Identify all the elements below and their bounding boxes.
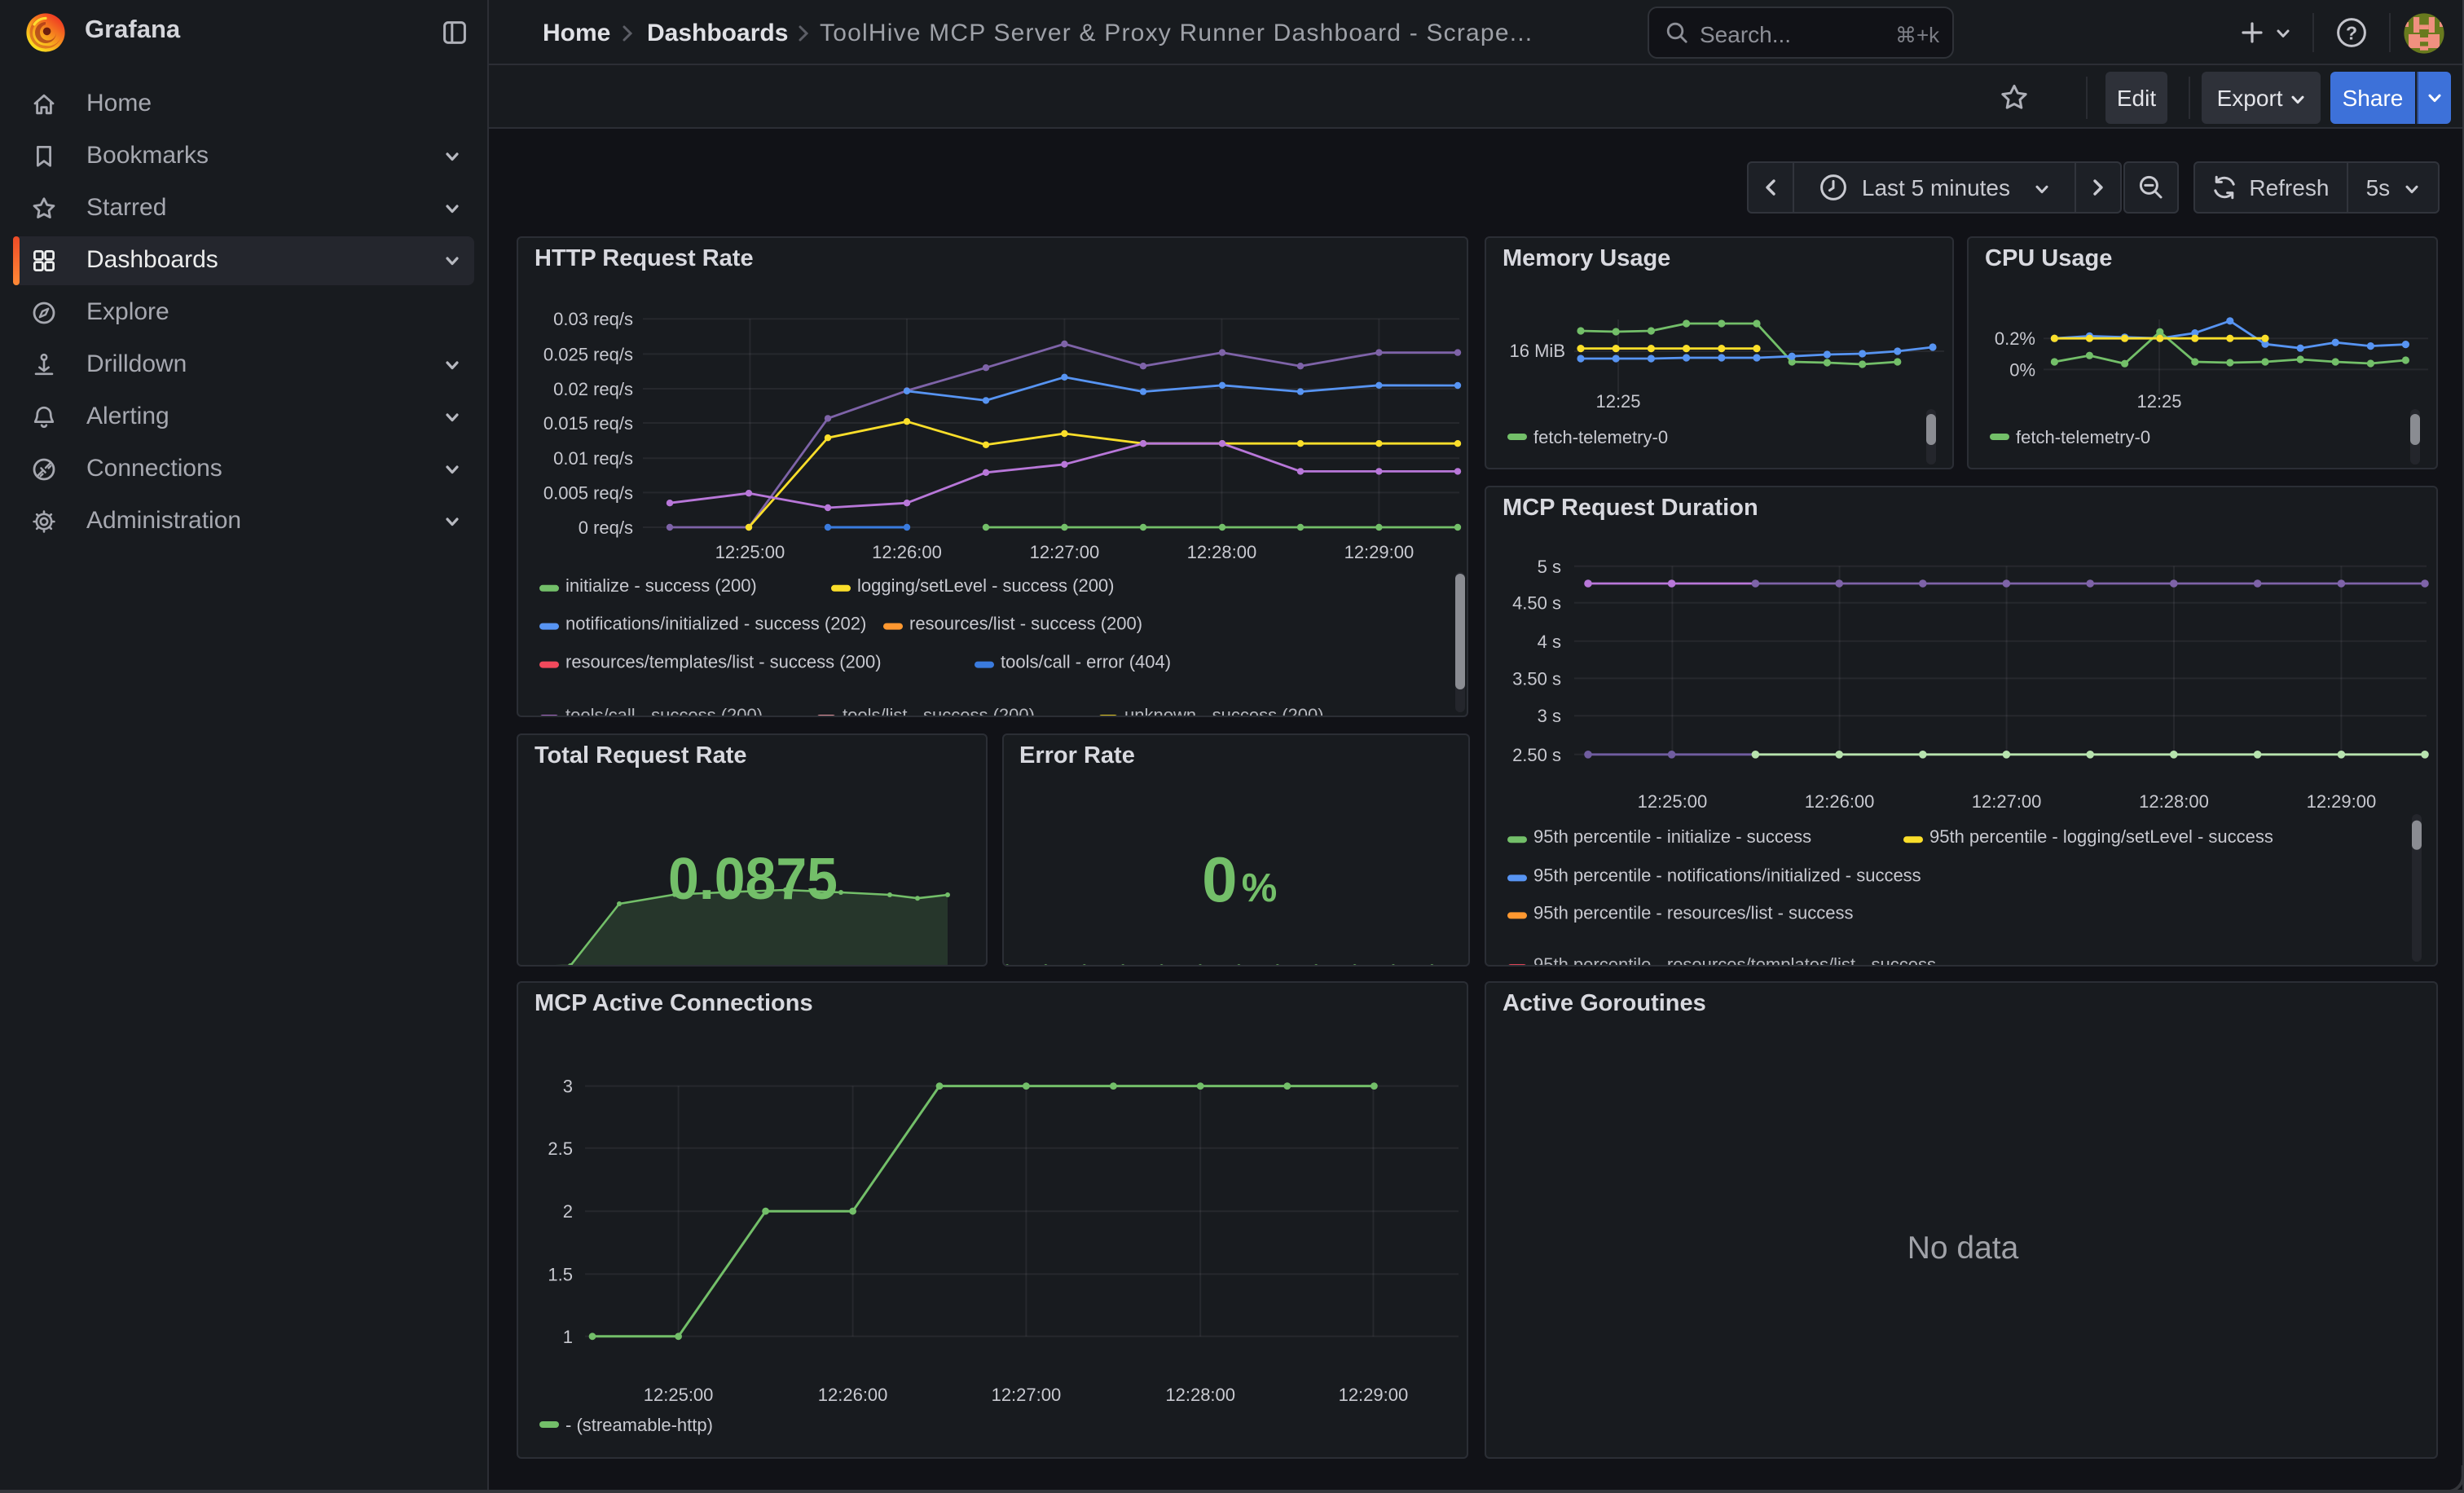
svg-text:tools/call - error (404): tools/call - error (404) (1001, 652, 1171, 672)
svg-text:0.005 req/s: 0.005 req/s (543, 482, 633, 503)
svg-text:95th percentile - notification: 95th percentile - notifications/initiali… (1533, 864, 1921, 884)
svg-text:initialize - success (200): initialize - success (200) (565, 575, 757, 596)
svg-text:2: 2 (563, 1201, 573, 1222)
svg-text:12:29:00: 12:29:00 (1344, 542, 1415, 562)
svg-text:12:25: 12:25 (2136, 391, 2181, 412)
svg-text:95th percentile - logging/setL: 95th percentile - logging/setLevel - suc… (1929, 826, 2273, 846)
svg-text:?: ? (2346, 22, 2357, 43)
svg-text:unknown - success (200): unknown - success (200) (1124, 705, 1324, 717)
svg-text:12:29:00: 12:29:00 (1339, 1385, 1409, 1405)
svg-text:16 MiB: 16 MiB (1510, 341, 1565, 361)
svg-text:fetch-telemetry-0: fetch-telemetry-0 (1533, 427, 1668, 447)
svg-text:3: 3 (563, 1077, 573, 1097)
svg-text:2.50 s: 2.50 s (1512, 744, 1561, 764)
svg-text:12:25:00: 12:25:00 (1638, 791, 1708, 811)
svg-text:1: 1 (563, 1327, 573, 1347)
svg-text:3.50 s: 3.50 s (1512, 667, 1561, 688)
svg-text:%: % (1241, 865, 1277, 909)
svg-text:12:27:00: 12:27:00 (1030, 542, 1100, 562)
svg-text:4 s: 4 s (1538, 631, 1561, 651)
svg-text:95th percentile - initialize -: 95th percentile - initialize - success (1533, 826, 1811, 846)
svg-text:95th percentile - resources/te: 95th percentile - resources/templates/li… (1533, 953, 1936, 966)
svg-text:tools/call - success (200): tools/call - success (200) (565, 705, 763, 717)
svg-text:0.02 req/s: 0.02 req/s (553, 379, 633, 399)
svg-text:0.2%: 0.2% (1995, 328, 2035, 349)
svg-text:4.50 s: 4.50 s (1512, 592, 1561, 613)
svg-text:tools/list - success (200): tools/list - success (200) (843, 705, 1035, 717)
svg-text:0.01 req/s: 0.01 req/s (553, 448, 633, 469)
svg-text:resources/templates/list - suc: resources/templates/list - success (200) (565, 652, 882, 672)
svg-text:95th percentile - resources/li: 95th percentile - resources/list - succe… (1533, 901, 1854, 922)
svg-text:- (streamable-http): - (streamable-http) (565, 1415, 713, 1435)
svg-text:12:25:00: 12:25:00 (644, 1385, 714, 1405)
svg-text:12:28:00: 12:28:00 (1187, 542, 1257, 562)
svg-text:12:28:00: 12:28:00 (2139, 791, 2209, 811)
svg-text:12:25:00: 12:25:00 (715, 542, 785, 562)
svg-text:notifications/initialized - su: notifications/initialized - success (202… (565, 614, 866, 634)
svg-text:resources/list - success (200): resources/list - success (200) (909, 614, 1142, 634)
svg-text:5 s: 5 s (1538, 556, 1561, 576)
svg-text:1.5: 1.5 (548, 1264, 573, 1284)
svg-text:0.0875: 0.0875 (668, 846, 838, 911)
svg-text:logging/setLevel - success (20: logging/setLevel - success (200) (857, 575, 1115, 596)
svg-text:12:26:00: 12:26:00 (818, 1385, 888, 1405)
svg-text:12:25: 12:25 (1595, 391, 1640, 412)
svg-text:12:26:00: 12:26:00 (872, 542, 942, 562)
svg-text:0.015 req/s: 0.015 req/s (543, 413, 633, 434)
svg-text:12:28:00: 12:28:00 (1165, 1385, 1235, 1405)
svg-text:0.03 req/s: 0.03 req/s (553, 309, 633, 329)
svg-text:12:26:00: 12:26:00 (1805, 791, 1875, 811)
svg-text:12:27:00: 12:27:00 (992, 1385, 1062, 1405)
svg-text:fetch-telemetry-0: fetch-telemetry-0 (2016, 427, 2150, 447)
svg-text:12:27:00: 12:27:00 (1972, 791, 2042, 811)
svg-text:12:29:00: 12:29:00 (2307, 791, 2377, 811)
svg-text:0%: 0% (2009, 359, 2035, 380)
svg-text:3 s: 3 s (1538, 705, 1561, 725)
svg-text:2.5: 2.5 (548, 1138, 573, 1159)
svg-text:0 req/s: 0 req/s (579, 517, 633, 538)
svg-text:0: 0 (1201, 843, 1236, 914)
svg-text:0.025 req/s: 0.025 req/s (543, 344, 633, 364)
